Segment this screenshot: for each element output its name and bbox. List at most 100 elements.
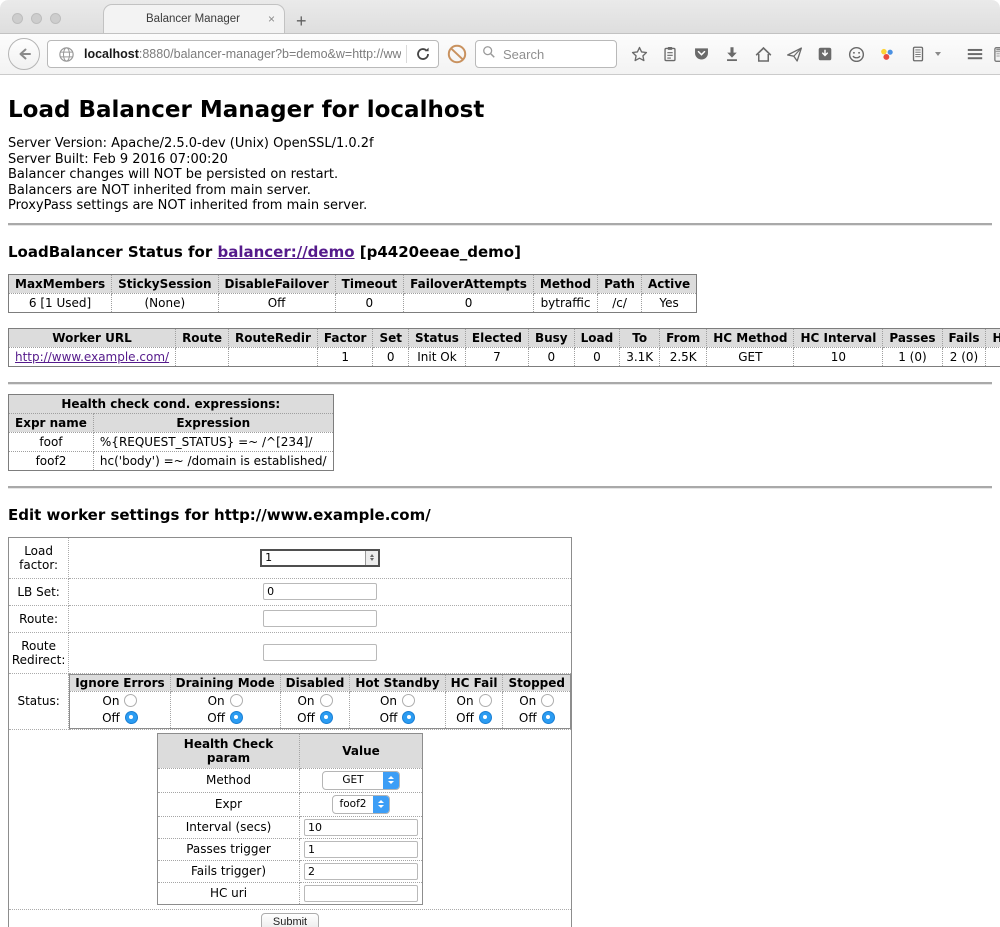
form-row-load-factor: Load factor: (9, 537, 572, 578)
balancer-status-table: MaxMembers StickySession DisableFailover… (8, 274, 697, 313)
disabled-off-radio[interactable] (320, 711, 333, 724)
table-header-row: Worker URL Route RouteRedir Factor Set S… (9, 328, 1000, 347)
url-host: localhost (84, 47, 139, 61)
hc-interval-row: Interval (secs) (158, 816, 423, 838)
route-redirect-input[interactable] (263, 644, 377, 661)
edit-worker-heading: Edit worker settings for http://www.exam… (8, 506, 992, 524)
select-stepper-icon (383, 772, 399, 789)
load-factor-stepper[interactable] (260, 549, 380, 567)
status-options-table: Ignore Errors Draining Mode Disabled Hot… (69, 674, 571, 729)
stopped-off-radio[interactable] (542, 711, 555, 724)
hc-expr-select[interactable]: foof2 (332, 795, 390, 814)
route-redirect-label: Route Redirect: (9, 632, 69, 673)
page-content: Load Balancer Manager for localhost Serv… (0, 75, 1000, 927)
route-input[interactable] (263, 610, 377, 627)
table-header-row: MaxMembers StickySession DisableFailover… (9, 274, 697, 293)
url-path: :8880/balancer-manager?b=demo&w=http://w… (139, 47, 401, 61)
form-row-route: Route: (9, 605, 572, 632)
hc-uri-input[interactable] (304, 885, 418, 902)
hot-standby-on-radio[interactable] (402, 694, 415, 707)
save-to-device-icon[interactable] (814, 43, 836, 65)
draining-mode-off-radio[interactable] (230, 711, 243, 724)
window-controls (12, 13, 61, 24)
col-stopped: Stopped (503, 674, 571, 691)
submit-button[interactable]: Submit (261, 913, 319, 927)
number-spinner-icon[interactable] (365, 551, 378, 565)
reading-list-icon[interactable] (659, 43, 681, 65)
disabled-on-radio[interactable] (320, 694, 333, 707)
hc-expressions-table: Health check cond. expressions: Expr nam… (8, 394, 334, 471)
tab-balancer-manager[interactable]: Balancer Manager × (103, 4, 285, 33)
table-header-row: Health Check param Value (158, 733, 423, 768)
table-header-row: Ignore Errors Draining Mode Disabled Hot… (70, 674, 571, 691)
status-label: Status: (9, 673, 69, 729)
downloads-icon[interactable] (721, 43, 743, 65)
hc-expressions-title: Health check cond. expressions: (9, 394, 334, 413)
urlbar-divider (406, 45, 407, 63)
lb-set-label: LB Set: (9, 578, 69, 605)
url-bar[interactable]: localhost:8880/balancer-manager?b=demo&w… (47, 40, 439, 68)
form-row-lb-set: LB Set: (9, 578, 572, 605)
table-title-row: Health check cond. expressions: (9, 394, 334, 413)
route-label: Route: (9, 605, 69, 632)
draining-mode-cell: On Off (170, 691, 280, 728)
worker-url-link[interactable]: http://www.example.com/ (15, 350, 169, 364)
stopped-on-radio[interactable] (541, 694, 554, 707)
hc-passes-row: Passes trigger (158, 838, 423, 860)
hc-method-select[interactable]: GET (322, 771, 400, 790)
hc-fail-on-radio[interactable] (479, 694, 492, 707)
close-window-button[interactable] (12, 13, 23, 24)
ignore-errors-on-radio[interactable] (124, 694, 137, 707)
ignore-errors-off-radio[interactable] (125, 711, 138, 724)
hc-fail-cell: On Off (445, 691, 503, 728)
edit-worker-form: Load factor: LB Set: Route: Route Redire… (8, 537, 572, 927)
colored-dots-extension-icon[interactable] (876, 43, 898, 65)
col-timeout: Timeout (335, 274, 403, 293)
ignore-errors-cell: On Off (70, 691, 170, 728)
send-tab-icon[interactable] (783, 43, 805, 65)
hot-standby-off-radio[interactable] (402, 711, 415, 724)
server-info: Server Version: Apache/2.5.0-dev (Unix) … (8, 136, 992, 214)
pocket-icon[interactable] (690, 43, 712, 65)
col-ignore-errors: Ignore Errors (70, 674, 170, 691)
back-arrow-icon (16, 46, 32, 62)
form-row-health-check: Health Check param Value Method GET (9, 729, 572, 909)
divider (8, 223, 992, 226)
home-icon[interactable] (752, 43, 774, 65)
menu-button[interactable] (965, 43, 985, 65)
col-hot-standby: Hot Standby (350, 674, 445, 691)
hc-passes-input[interactable] (304, 841, 418, 858)
container-extension-icon[interactable] (907, 43, 929, 65)
hc-fails-input[interactable] (304, 863, 418, 880)
feedback-smiley-icon[interactable] (845, 43, 867, 65)
server-built-line: Server Built: Feb 9 2016 07:00:20 (8, 152, 992, 168)
page-grid-extension-icon[interactable] (992, 43, 1000, 65)
load-factor-input[interactable] (262, 551, 365, 565)
col-disabled: Disabled (280, 674, 350, 691)
search-bar[interactable] (475, 40, 617, 68)
content-blocker-icon[interactable] (446, 43, 468, 65)
table-row: foof %{REQUEST_STATUS} =~ /^[234]/ (9, 432, 334, 451)
lb-set-input[interactable] (263, 583, 377, 600)
col-maxmembers: MaxMembers (9, 274, 112, 293)
browser-window: Balancer Manager × + localhost:8880/bala… (0, 0, 1000, 927)
minimize-window-button[interactable] (31, 13, 42, 24)
tab-close-icon[interactable]: × (268, 12, 284, 26)
balancer-demo-link[interactable]: balancer://demo (217, 243, 354, 261)
bookmark-star-icon[interactable] (628, 43, 650, 65)
form-row-submit: Submit (9, 909, 572, 927)
chevron-down-icon[interactable] (935, 52, 941, 56)
tab-bar: Balancer Manager × + (0, 0, 1000, 33)
hc-fail-off-radio[interactable] (479, 711, 492, 724)
maximize-window-button[interactable] (50, 13, 61, 24)
new-tab-button[interactable]: + (296, 12, 307, 30)
back-button[interactable] (8, 38, 40, 70)
reload-button[interactable] (412, 43, 434, 65)
inherit-note-line: Balancers are NOT inherited from main se… (8, 183, 992, 199)
col-hc-fail: HC Fail (445, 674, 503, 691)
col-active: Active (641, 274, 696, 293)
draining-mode-on-radio[interactable] (230, 694, 243, 707)
hc-interval-input[interactable] (304, 819, 418, 836)
heading-prefix: LoadBalancer Status for (8, 243, 217, 261)
search-input[interactable] (501, 46, 605, 63)
